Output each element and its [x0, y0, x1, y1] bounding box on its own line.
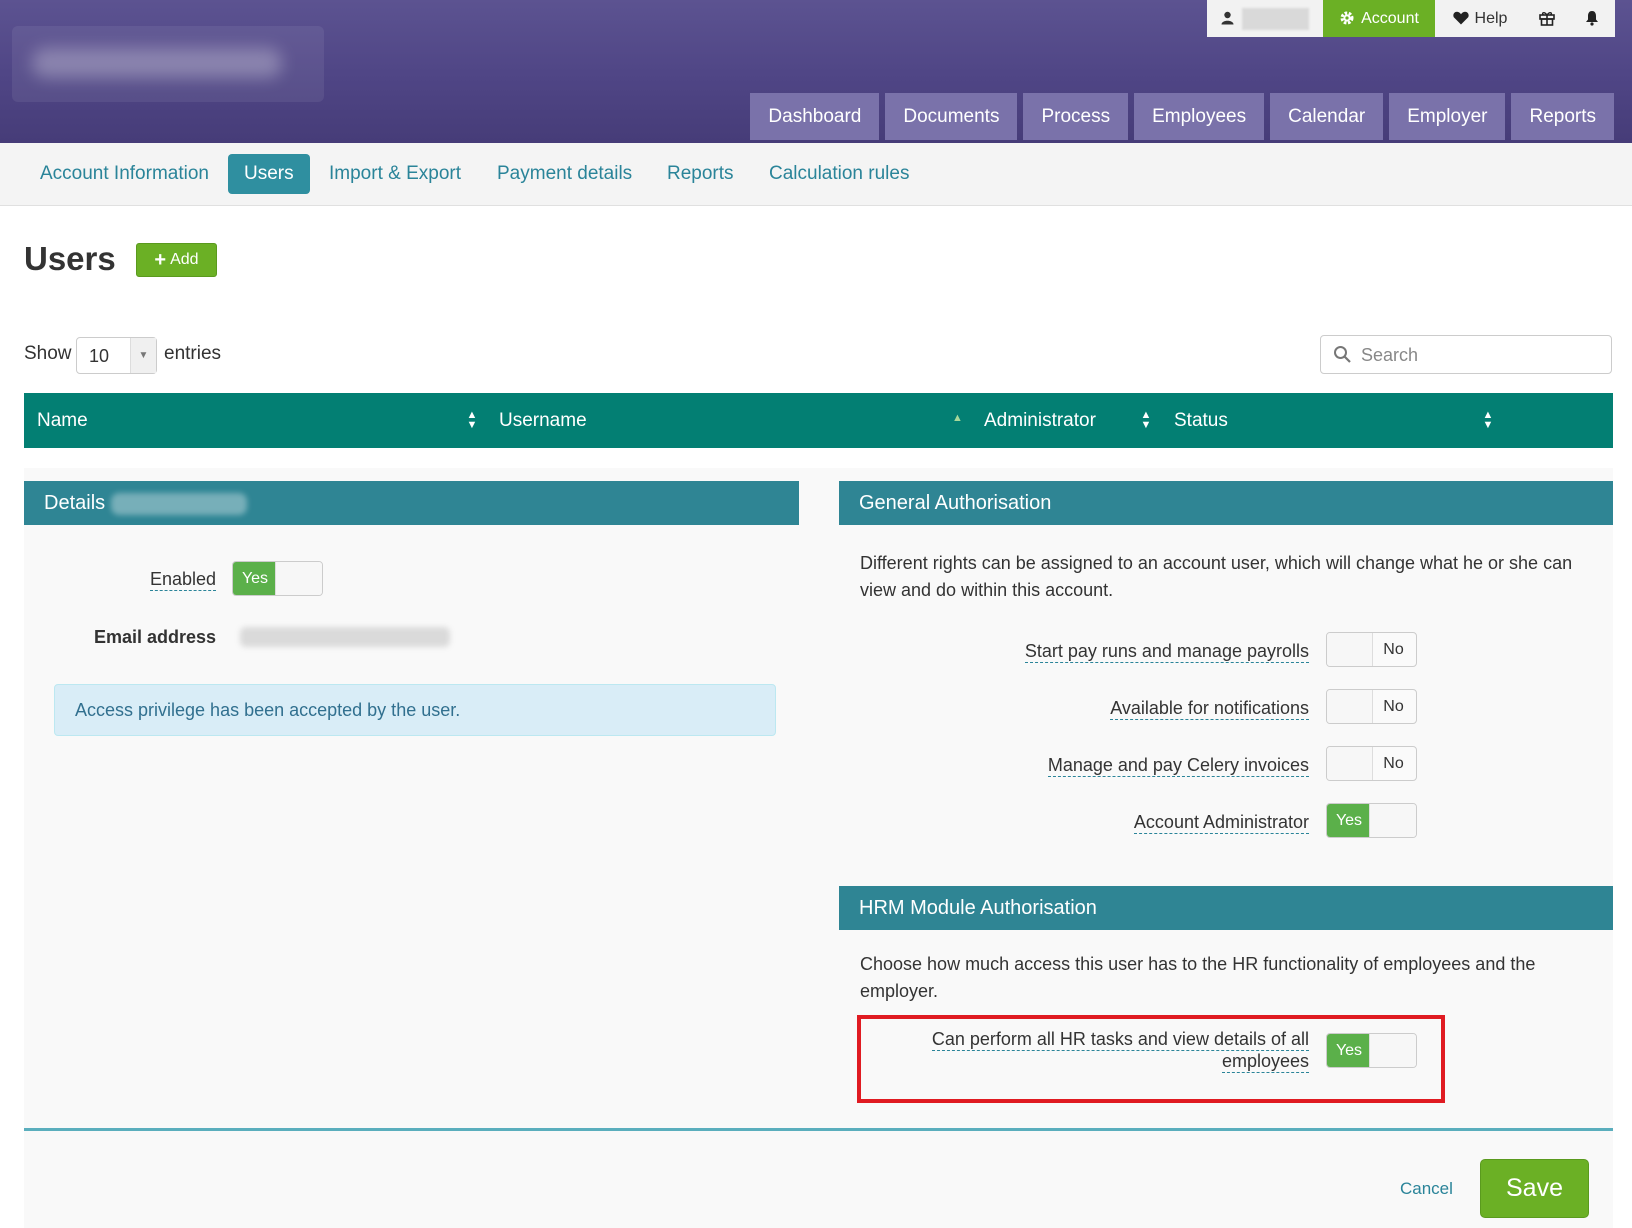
tab-account-information[interactable]: Account Information — [24, 154, 225, 194]
enabled-label: Enabled — [149, 569, 216, 591]
gift-icon — [1539, 10, 1555, 28]
column-administrator[interactable]: Administrator — [984, 393, 1096, 448]
help-button[interactable]: Help — [1435, 0, 1525, 37]
toggle-yes: Yes — [233, 562, 277, 595]
sort-asc-icon[interactable]: ▲ — [952, 412, 963, 424]
tab-import-export[interactable]: Import & Export — [313, 154, 477, 194]
sort-both-icon[interactable]: ▲ ▼ — [1140, 410, 1152, 431]
account-admin-toggle[interactable]: Yes — [1326, 803, 1417, 838]
general-auth-description: Different rights can be assigned to an a… — [860, 553, 1573, 600]
add-label: Add — [170, 251, 199, 268]
user-name-redacted — [1242, 7, 1309, 30]
email-label: Email address — [93, 627, 216, 647]
right-label: Account Administrator — [1133, 812, 1309, 834]
account-button[interactable]: Account — [1323, 0, 1435, 37]
toggle-no: No — [1383, 641, 1404, 658]
column-name[interactable]: Name — [37, 393, 88, 448]
toggle-knob — [1369, 804, 1416, 837]
invoices-toggle[interactable]: No — [1326, 746, 1417, 781]
nav-dashboard[interactable]: Dashboard — [750, 93, 880, 140]
search-box — [1320, 335, 1612, 374]
account-subnav: Account Information Users Import & Expor… — [0, 143, 1632, 206]
page-title: Users — [24, 240, 116, 277]
user-name-redacted — [111, 492, 248, 515]
show-label: Show — [24, 343, 72, 364]
sort-both-icon[interactable]: ▲ ▼ — [466, 410, 478, 431]
toggle-knob — [1327, 747, 1373, 780]
hrm-auth-description: Choose how much access this user has to … — [860, 954, 1536, 1001]
notifications-button[interactable] — [1569, 0, 1615, 37]
hrm-auth-header: HRM Module Authorisation — [839, 886, 1613, 930]
nav-employer[interactable]: Employer — [1389, 93, 1506, 140]
toggle-knob — [1327, 690, 1373, 723]
info-alert: Access privilege has been accepted by th… — [54, 684, 776, 736]
cancel-link[interactable]: Cancel — [1400, 1179, 1453, 1199]
tab-calculation-rules[interactable]: Calculation rules — [753, 154, 925, 194]
save-button[interactable]: Save — [1480, 1159, 1589, 1218]
gift-button[interactable] — [1525, 0, 1569, 37]
heart-icon — [1452, 11, 1469, 27]
nav-employees[interactable]: Employees — [1134, 93, 1265, 140]
company-logo[interactable] — [12, 26, 324, 102]
toggle-no: No — [1383, 755, 1404, 772]
toggle-knob — [275, 562, 322, 595]
footer-divider — [24, 1128, 1613, 1131]
notifications-toggle[interactable]: No — [1326, 689, 1417, 724]
page-size-value: 10 — [89, 346, 110, 366]
user-menu[interactable] — [1207, 0, 1323, 37]
app-header: Account Help Dashboard Documents Process… — [0, 0, 1632, 143]
right-label: Available for notifications — [1110, 698, 1309, 720]
main-navigation: Dashboard Documents Process Employees Ca… — [750, 93, 1614, 140]
account-label: Account — [1361, 9, 1419, 27]
search-input[interactable] — [1361, 342, 1601, 368]
bell-icon — [1585, 10, 1599, 28]
email-value-redacted — [240, 627, 450, 647]
nav-calendar[interactable]: Calendar — [1270, 93, 1384, 140]
nav-documents[interactable]: Documents — [885, 93, 1018, 140]
top-utility-bar: Account Help — [1207, 0, 1615, 37]
gear-icon — [1339, 10, 1355, 28]
users-table-header: Name ▲ ▼ Username ▲ Administrator ▲ ▼ Stat… — [24, 393, 1613, 448]
highlight-box — [857, 1015, 1445, 1103]
nav-reports[interactable]: Reports — [1511, 93, 1614, 140]
right-label: Start pay runs and manage payrolls — [1024, 641, 1309, 663]
details-panel-header: Details — [24, 481, 799, 525]
entries-label: entries — [164, 343, 222, 364]
sort-both-icon[interactable]: ▲ ▼ — [1482, 410, 1494, 431]
toggle-yes: Yes — [1327, 804, 1371, 837]
nav-process[interactable]: Process — [1023, 93, 1129, 140]
help-label: Help — [1474, 9, 1508, 27]
tab-reports[interactable]: Reports — [651, 154, 750, 194]
add-user-button[interactable]: + Add — [136, 243, 217, 277]
details-title: Details — [44, 492, 106, 514]
plus-icon: + — [154, 249, 167, 271]
chevron-down-icon: ▼ — [130, 338, 156, 373]
column-username[interactable]: Username — [499, 393, 587, 448]
tab-users[interactable]: Users — [228, 154, 310, 194]
user-icon — [1221, 11, 1234, 27]
right-label: Manage and pay Celery invoices — [1047, 755, 1309, 777]
general-auth-header: General Authorisation — [839, 481, 1613, 525]
column-status[interactable]: Status — [1174, 393, 1228, 448]
toggle-knob — [1327, 633, 1373, 666]
page-size-select[interactable]: 10 ▼ — [76, 337, 157, 374]
search-icon — [1333, 345, 1352, 369]
tab-payment-details[interactable]: Payment details — [481, 154, 648, 194]
toggle-no: No — [1383, 698, 1404, 715]
enabled-toggle[interactable]: Yes — [232, 561, 323, 596]
start-pay-runs-toggle[interactable]: No — [1326, 632, 1417, 667]
